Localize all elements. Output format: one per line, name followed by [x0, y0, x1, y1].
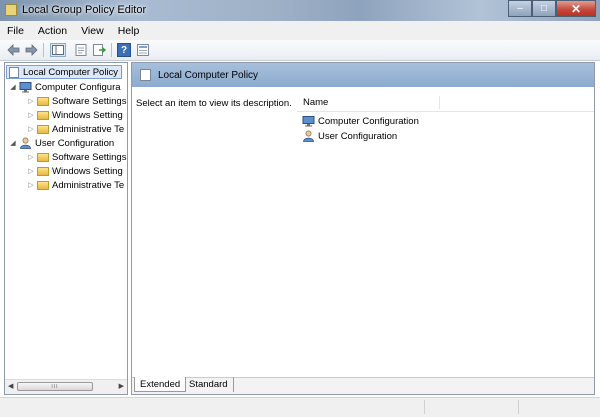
scroll-left-icon[interactable]: ◀: [8, 382, 13, 390]
minimize-button[interactable]: –: [508, 0, 532, 17]
tree-item-label: Administrative Te: [52, 179, 125, 191]
tree-item-label: User Configuration: [35, 137, 115, 149]
console-tree[interactable]: Local Computer Policy ◢ Computer Configu…: [4, 62, 128, 395]
collapsed-triangle-icon[interactable]: ▷: [27, 97, 35, 105]
tree-item-software-settings[interactable]: ▷ Software Settings: [27, 94, 126, 108]
tab-standard[interactable]: Standard: [184, 377, 234, 392]
tree-item-label: Windows Setting: [52, 109, 123, 121]
scroll-right-icon[interactable]: ▶: [119, 382, 124, 390]
menu-action[interactable]: Action: [31, 25, 74, 37]
tree-item-software-settings[interactable]: ▷ Software Settings: [27, 150, 126, 164]
close-button[interactable]: ✕: [556, 0, 596, 17]
menu-view[interactable]: View: [74, 25, 111, 37]
window-title: Local Group Policy Editor: [22, 4, 147, 16]
details-pane: Local Computer Policy Select an item to …: [131, 62, 595, 395]
tree-item-label: Windows Setting: [52, 165, 123, 177]
tree-item-administrative-templates[interactable]: ▷ Administrative Te: [27, 122, 124, 136]
status-divider: [424, 400, 425, 414]
folder-icon: [37, 166, 49, 176]
tree-item-label: Local Computer Policy: [23, 66, 119, 78]
list-item-label: Computer Configuration: [318, 115, 419, 127]
properties-icon[interactable]: [74, 43, 88, 57]
forward-arrow-icon[interactable]: [24, 43, 38, 57]
user-icon: [302, 130, 315, 142]
folder-icon: [37, 152, 49, 162]
description-text: Select an item to view its description.: [136, 98, 292, 109]
scroll-thumb[interactable]: III: [17, 382, 93, 391]
tree-item-windows-settings[interactable]: ▷ Windows Setting: [27, 164, 123, 178]
user-icon: [19, 137, 32, 149]
show-hide-tree-icon[interactable]: [50, 43, 66, 57]
computer-icon: [19, 81, 32, 93]
column-header: Name: [297, 94, 594, 112]
horizontal-scrollbar[interactable]: ◀ III ▶: [5, 379, 127, 394]
tree-item-windows-settings[interactable]: ▷ Windows Setting: [27, 108, 123, 122]
details-header-title: Local Computer Policy: [158, 69, 259, 81]
tree-item-user-configuration[interactable]: ◢ User Configuration: [9, 136, 114, 150]
policy-document-icon: [9, 66, 19, 78]
tree-item-label: Software Settings: [52, 151, 127, 163]
expanded-triangle-icon[interactable]: ◢: [9, 139, 17, 147]
column-name[interactable]: Name: [303, 97, 328, 108]
toolbar: ?: [0, 40, 600, 61]
collapsed-triangle-icon[interactable]: ▷: [27, 181, 35, 189]
folder-icon: [37, 180, 49, 190]
help-icon[interactable]: ?: [117, 43, 131, 57]
toolbar-separator: [111, 43, 112, 57]
details-header: Local Computer Policy: [132, 63, 594, 87]
collapsed-triangle-icon[interactable]: ▷: [27, 153, 35, 161]
tree-item-label: Administrative Te: [52, 123, 125, 135]
tree-item-administrative-templates[interactable]: ▷ Administrative Te: [27, 178, 124, 192]
list-item-computer-configuration[interactable]: Computer Configuration: [300, 114, 419, 128]
action-pane-icon[interactable]: [136, 43, 150, 57]
export-list-icon[interactable]: [92, 43, 106, 57]
status-bar: [0, 397, 600, 417]
menu-file[interactable]: File: [0, 25, 31, 37]
menu-help[interactable]: Help: [111, 25, 147, 37]
toolbar-separator: [43, 43, 44, 57]
title-bar: Local Group Policy Editor – □ ✕: [0, 0, 600, 21]
policy-editor-icon: [5, 4, 17, 16]
tree-item-label: Software Settings: [52, 95, 127, 107]
status-divider: [518, 400, 519, 414]
menu-bar: File Action View Help: [0, 21, 600, 41]
window-controls: – □ ✕: [508, 0, 596, 17]
collapsed-triangle-icon[interactable]: ▷: [27, 111, 35, 119]
tree-item-local-computer-policy[interactable]: Local Computer Policy: [6, 65, 123, 79]
folder-icon: [37, 124, 49, 134]
computer-icon: [302, 115, 315, 127]
expanded-triangle-icon[interactable]: ◢: [9, 83, 17, 91]
folder-icon: [37, 110, 49, 120]
collapsed-triangle-icon[interactable]: ▷: [27, 125, 35, 133]
back-arrow-icon[interactable]: [6, 43, 20, 57]
tab-extended[interactable]: Extended: [134, 377, 187, 392]
view-tabs: Extended Standard: [132, 377, 594, 394]
maximize-button[interactable]: □: [532, 0, 556, 17]
collapsed-triangle-icon[interactable]: ▷: [27, 167, 35, 175]
list-item-label: User Configuration: [318, 130, 398, 142]
tree-item-computer-configuration[interactable]: ◢ Computer Configura: [9, 80, 121, 94]
list-item-user-configuration[interactable]: User Configuration: [300, 129, 397, 143]
column-divider[interactable]: [439, 96, 440, 109]
policy-document-icon: [140, 69, 151, 81]
tree-item-label: Computer Configura: [35, 81, 121, 93]
folder-icon: [37, 96, 49, 106]
